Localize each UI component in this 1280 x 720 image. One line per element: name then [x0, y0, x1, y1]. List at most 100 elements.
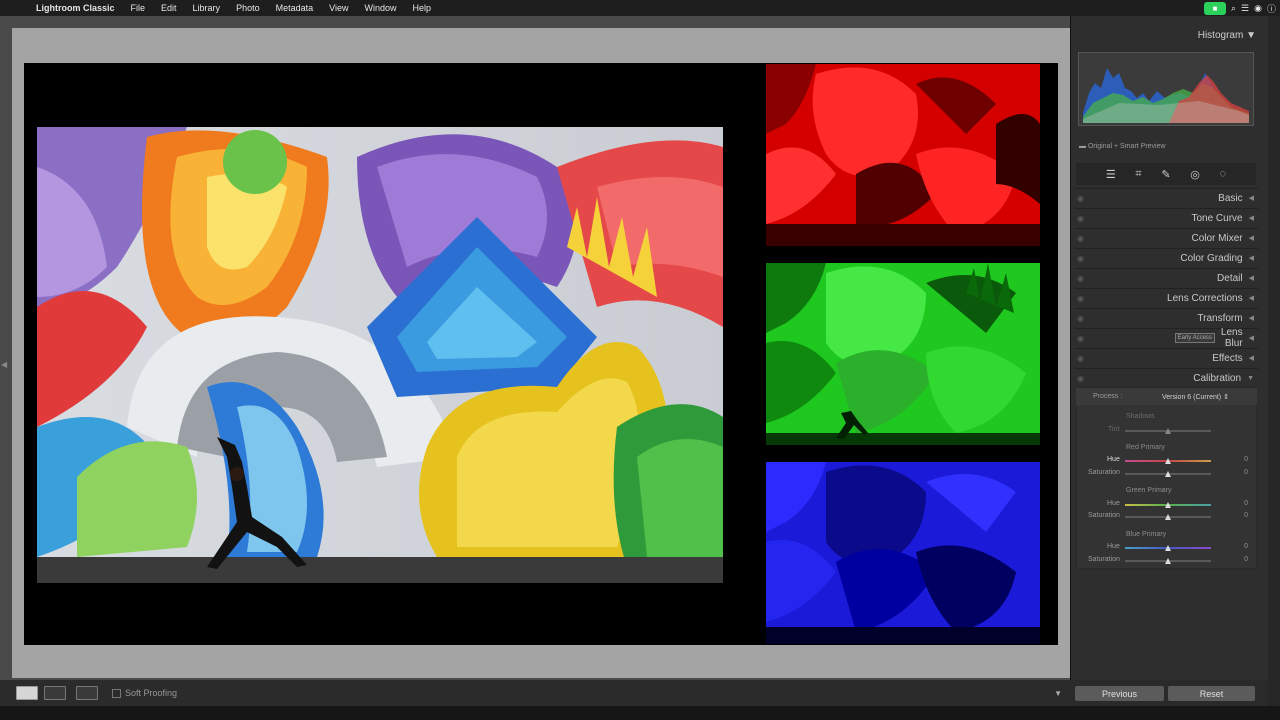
blue-saturation-label: Saturation — [1088, 556, 1120, 563]
collapse-arrow-icon: ◀ — [1248, 235, 1254, 242]
control-center-icon[interactable]: ☰ — [1241, 3, 1249, 14]
shadows-title: Shadows — [1126, 413, 1155, 420]
eye-icon[interactable]: ◉ — [1077, 334, 1091, 343]
eye-icon[interactable]: ◉ — [1077, 254, 1091, 263]
green-saturation-value[interactable]: 0 — [1238, 512, 1248, 519]
eye-icon[interactable]: ◉ — [1077, 294, 1091, 303]
section-effects[interactable]: ◉ Effects ◀ — [1074, 348, 1258, 367]
search-icon[interactable]: ⌕ — [1231, 3, 1236, 14]
red-hue-value[interactable]: 0 — [1238, 456, 1248, 463]
menu-library[interactable]: Library — [185, 3, 229, 13]
loupe-view-button[interactable] — [16, 686, 38, 700]
shadows-tint-thumb[interactable] — [1165, 428, 1171, 434]
green-primary-title: Green Primary — [1126, 487, 1172, 494]
left-panel-toggle-icon[interactable]: ◀ — [1, 360, 7, 369]
blue-saturation-value[interactable]: 0 — [1238, 556, 1248, 563]
blue-hue-thumb[interactable] — [1165, 545, 1171, 551]
collapse-arrow-icon: ◀ — [1248, 255, 1254, 262]
histogram-subtitle-text: Original + Smart Preview — [1087, 143, 1166, 150]
eye-icon[interactable]: ◉ — [1077, 274, 1091, 283]
menu-file[interactable]: File — [123, 3, 154, 13]
section-basic[interactable]: ◉ Basic ◀ — [1074, 188, 1258, 207]
histogram-header[interactable]: Histogram ▼ — [1090, 30, 1256, 41]
red-saturation-value[interactable]: 0 — [1238, 469, 1248, 476]
red-primary-title: Red Primary — [1126, 444, 1165, 451]
tint-label: Tint — [1108, 426, 1120, 433]
collapse-arrow-icon: ◀ — [1248, 275, 1254, 282]
histogram-subtitle: ▬ Original + Smart Preview — [1079, 143, 1166, 150]
red-saturation-thumb[interactable] — [1165, 471, 1171, 477]
toolbar-menu-caret-icon[interactable]: ▼ — [1054, 689, 1062, 698]
eye-icon[interactable]: ◉ — [1077, 314, 1091, 323]
eye-icon[interactable]: ◉ — [1077, 234, 1091, 243]
calibration-body — [1076, 387, 1257, 569]
menu-edit[interactable]: Edit — [153, 3, 185, 13]
section-color-grading[interactable]: ◉ Color Grading ◀ — [1074, 248, 1258, 267]
process-label: Process : — [1093, 393, 1123, 400]
eye-icon[interactable]: ◉ — [1077, 354, 1091, 363]
blue-channel-image — [766, 462, 1040, 644]
compare-view-button[interactable] — [44, 686, 66, 700]
section-title: Detail — [1217, 272, 1243, 284]
green-channel-photo — [766, 263, 1040, 445]
collapse-arrow-icon: ◀ — [1248, 295, 1254, 302]
section-detail[interactable]: ◉ Detail ◀ — [1074, 268, 1258, 287]
blue-channel-photo — [766, 462, 1040, 644]
histogram-graph — [1078, 52, 1254, 126]
green-saturation-label: Saturation — [1088, 512, 1120, 519]
healing-icon[interactable]: ✎ — [1161, 168, 1170, 181]
blue-primary-title: Blue Primary — [1126, 531, 1167, 538]
section-title: Lens Blur — [1220, 327, 1243, 349]
section-tone-curve[interactable]: ◉ Tone Curve ◀ — [1074, 208, 1258, 227]
green-channel-image — [766, 263, 1040, 445]
masking-icon[interactable]: ◌ — [1220, 168, 1227, 180]
histogram-svg — [1083, 68, 1249, 123]
eye-icon[interactable]: ◉ — [1077, 374, 1091, 383]
green-hue-label: Hue — [1107, 500, 1120, 507]
eye-icon[interactable]: ◉ — [1077, 194, 1091, 203]
section-lens-corrections[interactable]: ◉ Lens Corrections ◀ — [1074, 288, 1258, 307]
soft-proofing-checkbox[interactable] — [112, 688, 121, 698]
menu-view[interactable]: View — [321, 3, 356, 13]
before-after-button[interactable] — [76, 686, 98, 700]
red-eye-icon[interactable]: ◎ — [1190, 168, 1200, 181]
green-hue-value[interactable]: 0 — [1238, 500, 1248, 507]
section-color-mixer[interactable]: ◉ Color Mixer ◀ — [1074, 228, 1258, 247]
blue-hue-value[interactable]: 0 — [1238, 543, 1248, 550]
eye-icon[interactable]: ◉ — [1077, 214, 1091, 223]
menu-metadata[interactable]: Metadata — [268, 3, 322, 13]
develop-tool-strip: ☰ ⌗ ✎ ◎ ◌ — [1076, 163, 1256, 185]
right-panel-scrollbar[interactable] — [1268, 16, 1280, 706]
reset-button[interactable]: Reset — [1168, 686, 1255, 701]
previous-button[interactable]: Previous — [1075, 686, 1164, 701]
main-photo — [37, 127, 723, 583]
smart-preview-icon: ▬ — [1079, 143, 1088, 150]
section-lens-blur[interactable]: ◉ Early Access Lens Blur ◀ — [1074, 327, 1258, 349]
blue-hue-label: Hue — [1107, 543, 1120, 550]
section-calibration[interactable]: ◉ Calibration ▼ — [1074, 368, 1258, 387]
green-saturation-thumb[interactable] — [1165, 514, 1171, 520]
crop-icon[interactable]: ⌗ — [1135, 168, 1141, 181]
blue-saturation-thumb[interactable] — [1165, 558, 1171, 564]
dropdown-arrows-icon: ⇕ — [1221, 394, 1229, 401]
menu-app-name[interactable]: Lightroom Classic — [28, 3, 123, 13]
collapse-arrow-icon: ◀ — [1248, 195, 1254, 202]
collapse-arrow-icon: ◀ — [1248, 315, 1254, 322]
menu-help[interactable]: Help — [405, 3, 440, 13]
section-title: Lens Corrections — [1167, 292, 1243, 304]
section-title: Basic — [1218, 192, 1243, 204]
red-channel-image — [766, 64, 1040, 246]
section-title: Color Grading — [1180, 252, 1243, 264]
menu-photo[interactable]: Photo — [228, 3, 268, 13]
user-icon[interactable]: ◉ — [1254, 3, 1262, 14]
screen-recording-icon[interactable]: ■ — [1204, 1, 1226, 15]
section-transform[interactable]: ◉ Transform ◀ — [1074, 308, 1258, 327]
red-hue-thumb[interactable] — [1165, 458, 1171, 464]
section-title: Tone Curve — [1191, 212, 1243, 224]
edit-sliders-icon[interactable]: ☰ — [1106, 168, 1116, 181]
info-icon[interactable]: ⓘ — [1267, 2, 1276, 15]
collapse-arrow-icon: ◀ — [1248, 335, 1254, 342]
menu-window[interactable]: Window — [356, 3, 404, 13]
green-hue-thumb[interactable] — [1165, 502, 1171, 508]
process-dropdown[interactable]: Version 6 (Current) ⇕ — [1162, 393, 1229, 401]
